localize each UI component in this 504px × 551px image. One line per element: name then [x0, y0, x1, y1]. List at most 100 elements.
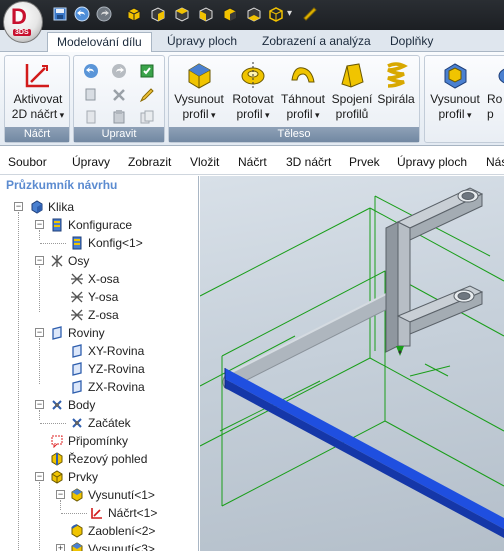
menu-prvek[interactable]: Prvek: [349, 155, 380, 169]
tree-label: Prvky: [68, 470, 98, 484]
ribbon-group-edit: Upravit: [73, 55, 165, 143]
extrude-profile-line1: Vysunout: [174, 92, 224, 106]
ribbon-tabs: Modelování dílu Úpravy ploch Zobrazení a…: [0, 30, 504, 53]
view-cube-icon[interactable]: [126, 6, 142, 22]
tree-guide: [18, 212, 19, 551]
view-bottom-icon[interactable]: [246, 6, 262, 22]
paste-special-icon[interactable]: [138, 62, 156, 80]
tree-label: XY-Rovina: [88, 344, 145, 358]
activate-2d-sketch-line2: 2D náčrt: [11, 107, 58, 121]
plane-icon: [72, 344, 82, 358]
menu-nastroje[interactable]: Nás: [486, 155, 504, 169]
expander-roviny[interactable]: −: [35, 328, 44, 337]
redo-small-icon[interactable]: [110, 62, 128, 80]
rod-cylinder: [222, 287, 406, 390]
ribbon: Aktivovat 2D náčrt ▾ Náčrt Upravit Vysun…: [0, 52, 504, 146]
redo-icon[interactable]: [96, 6, 112, 22]
revolve-icon: [241, 62, 265, 88]
app-logo-letter: D: [11, 4, 27, 29]
fillet-feature-icon: [71, 524, 83, 538]
measure-icon[interactable]: [302, 6, 318, 22]
tree-label: Připomínky: [68, 434, 129, 448]
expander-konfigurace[interactable]: −: [35, 220, 44, 229]
points-icon: [52, 400, 62, 410]
tab-modelovani-dilu[interactable]: Modelování dílu: [47, 32, 152, 53]
configuration-icon: [72, 236, 82, 250]
sweep-profile-line2: profil: [286, 107, 313, 121]
view-side-icon[interactable]: [198, 6, 214, 22]
extrude-cut-icon: [444, 63, 467, 89]
chevron-down-icon: ▾: [57, 110, 65, 120]
extrude-profile-button[interactable]: Vysunout profil ▾: [171, 60, 227, 123]
view-back-icon[interactable]: [268, 6, 284, 22]
revolve-profile-button[interactable]: Rotovat profil ▾: [229, 60, 277, 123]
revolve-cut-line1: Ro: [487, 92, 503, 106]
tree-label: ZX-Rovina: [88, 380, 145, 394]
expander-body[interactable]: −: [35, 400, 44, 409]
app-logo[interactable]: D 3DS: [3, 1, 43, 43]
3d-viewport[interactable]: [200, 176, 504, 551]
revolve-profile-line2: profil: [236, 107, 263, 121]
axes-icon: [51, 255, 63, 267]
copy-icon[interactable]: [82, 86, 100, 104]
undo-icon[interactable]: [74, 6, 90, 22]
extrude-profile-line2: profil: [182, 107, 209, 121]
design-explorer-title: Průzkumník návrhu: [6, 178, 118, 192]
axis-icon: [71, 273, 83, 285]
menu-upravy[interactable]: Úpravy: [72, 155, 110, 169]
loft-profiles-button[interactable]: Spojení profilů: [329, 60, 375, 122]
activate-2d-sketch-line1: Aktivovat: [13, 92, 63, 106]
tree-label: Klika: [48, 200, 75, 214]
sketch-2d-icon: [25, 64, 49, 88]
edit-pencil-icon[interactable]: [138, 86, 156, 104]
undo-small-icon[interactable]: [82, 62, 100, 80]
ribbon-group-cut: Vysunout profil ▾ Ro p: [424, 55, 504, 143]
expander-klika[interactable]: −: [14, 202, 23, 211]
paste-icon[interactable]: [110, 108, 128, 126]
activate-2d-sketch-button[interactable]: Aktivovat 2D náčrt ▾: [9, 60, 67, 123]
menu-3d-nacrt[interactable]: 3D náčrt: [286, 155, 331, 169]
tree-guide: [39, 230, 40, 240]
menu-vlozit[interactable]: Vložit: [190, 155, 219, 169]
section-view-icon: [51, 452, 63, 466]
expander-vysunuti-3[interactable]: +: [56, 544, 65, 551]
title-bar: D 3DS ▾: [0, 0, 504, 43]
menu-zobrazit[interactable]: Zobrazit: [128, 155, 171, 169]
expander-vysunuti-1[interactable]: −: [56, 490, 65, 499]
extrude-feature-icon: [71, 542, 83, 551]
extrude-cut-button[interactable]: Vysunout profil ▾: [427, 60, 483, 123]
menu-nacrt[interactable]: Náčrt: [238, 155, 267, 169]
view-top-icon[interactable]: [174, 6, 190, 22]
sweep-profile-button[interactable]: Táhnout profil ▾: [279, 60, 327, 123]
tab-doplnky[interactable]: Doplňky: [381, 32, 442, 52]
helix-line1: Spirála: [377, 92, 415, 106]
revolve-cut-line2: p: [487, 107, 494, 121]
bracket: [385, 187, 484, 353]
tree-guide: [39, 410, 40, 420]
plane-icon: [72, 380, 82, 394]
customize-dropdown-icon[interactable]: ▾: [287, 8, 297, 24]
tree-label: Osy: [68, 254, 90, 268]
plane-icon: [72, 362, 82, 376]
view-iso-icon[interactable]: [222, 6, 238, 22]
tree-label: Náčrt<1>: [108, 506, 158, 520]
axis-icon: [71, 309, 83, 321]
handle-bar: [224, 368, 504, 538]
tree-label: Konfigurace: [68, 218, 133, 232]
duplicate-icon[interactable]: [138, 108, 156, 126]
helix-button[interactable]: Spirála: [375, 60, 417, 107]
chevron-down-icon: ▾: [262, 110, 270, 120]
delete-icon[interactable]: [110, 86, 128, 104]
tab-upravy-ploch[interactable]: Úpravy ploch: [158, 32, 246, 52]
menu-upravy-ploch[interactable]: Úpravy ploch: [397, 155, 467, 169]
planes-icon: [52, 326, 62, 340]
revolve-cut-button[interactable]: Ro p: [487, 60, 504, 122]
menu-soubor[interactable]: Soubor: [8, 155, 47, 169]
view-front-icon[interactable]: [150, 6, 166, 22]
sweep-icon: [291, 67, 315, 83]
tab-zobrazeni-a-analyza[interactable]: Zobrazení a analýza: [253, 32, 380, 52]
expander-osy[interactable]: −: [35, 256, 44, 265]
expander-prvky[interactable]: −: [35, 472, 44, 481]
save-icon[interactable]: [52, 6, 68, 22]
cut-icon[interactable]: [82, 108, 100, 126]
